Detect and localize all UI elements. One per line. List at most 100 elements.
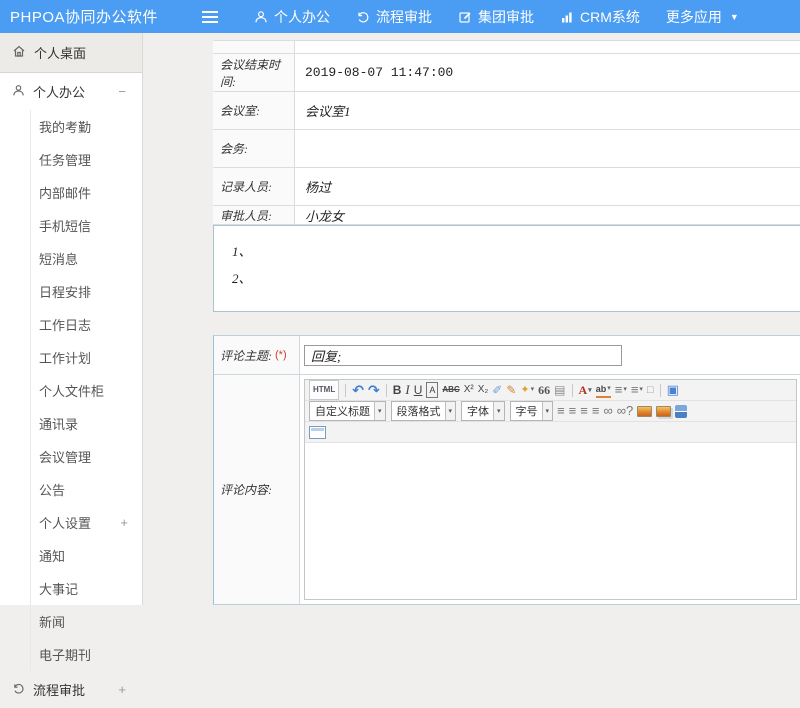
- sidebar-item[interactable]: 工作日志: [31, 308, 142, 341]
- strikethrough-button[interactable]: ABC: [442, 383, 459, 397]
- comment-content-label: 评论内容:: [214, 375, 300, 604]
- sidebar-item[interactable]: 通知: [31, 539, 142, 572]
- comment-subject-label: 评论主题: (*): [214, 336, 300, 374]
- app-logo: PHPOA协同办公软件: [0, 6, 190, 27]
- sidebar-item-label: 任务管理: [39, 150, 91, 169]
- sidebar-item[interactable]: 日程安排: [31, 275, 142, 308]
- align-left-icon[interactable]: ≡: [557, 404, 565, 418]
- toolbar-separator: [572, 384, 573, 397]
- insert-table-icon[interactable]: [309, 426, 326, 439]
- eraser-icon[interactable]: ✐: [492, 383, 502, 397]
- sidebar-group-workflow-approval[interactable]: 流程审批 +: [0, 671, 142, 708]
- new-page-icon[interactable]: □: [647, 383, 654, 397]
- field-value: 小龙女: [295, 206, 800, 224]
- clipped-table-row: [213, 41, 800, 54]
- toolbar-separator: [345, 384, 346, 397]
- insert-image-icon[interactable]: [637, 406, 652, 417]
- sidebar-item[interactable]: 会议管理: [31, 440, 142, 473]
- sidebar-group-personal-office[interactable]: 个人办公 −: [0, 73, 142, 110]
- sidebar-item-label: 个人设置: [39, 513, 91, 532]
- sidebar-item[interactable]: 公告: [31, 473, 142, 506]
- image-manager-icon[interactable]: [656, 406, 671, 417]
- format-select[interactable]: 字体▾: [461, 401, 505, 421]
- sidebar-item[interactable]: 我的考勤: [31, 110, 142, 143]
- align-justify-icon[interactable]: ≡: [592, 404, 600, 418]
- editor-toolbar-row-2: 自定义标题▾段落格式▾字体▾字号▾ ≡ ≡ ≡ ≡ ∞ ∞?: [305, 401, 796, 422]
- nav-label: 集团审批: [478, 7, 534, 27]
- collapse-icon[interactable]: −: [118, 84, 126, 99]
- italic-button[interactable]: I: [405, 383, 409, 397]
- comment-subject-cell: [300, 336, 800, 374]
- preview-screen-icon[interactable]: ▣: [667, 383, 679, 397]
- nav-workflow-approval[interactable]: 流程审批: [356, 7, 432, 27]
- highlight-button[interactable]: ab▾: [596, 382, 611, 398]
- nav-crm-system[interactable]: CRM系统: [560, 7, 640, 27]
- sidebar-item[interactable]: 个人设置 +: [31, 506, 142, 539]
- columns-icon[interactable]: [675, 405, 687, 418]
- auto-typeset-icon[interactable]: ✦▾: [520, 383, 534, 397]
- redo-icon[interactable]: ↷: [368, 383, 380, 397]
- align-center-icon[interactable]: ≡: [569, 404, 577, 418]
- font-color-button[interactable]: A▾: [579, 383, 592, 397]
- paste-icon[interactable]: ▤: [554, 383, 565, 397]
- underline-button[interactable]: U: [414, 383, 423, 397]
- sidebar-item[interactable]: 内部邮件: [31, 176, 142, 209]
- format-brush-icon[interactable]: ✎: [506, 383, 516, 397]
- expand-icon[interactable]: +: [120, 515, 128, 530]
- sidebar-item[interactable]: 短消息: [31, 242, 142, 275]
- sidebar-item[interactable]: 个人文件柜: [31, 374, 142, 407]
- sidebar-item-label: 会议管理: [39, 447, 91, 466]
- sidebar-item-label: 电子期刊: [39, 645, 91, 664]
- sidebar-item-label: 工作计划: [39, 348, 91, 367]
- expand-icon[interactable]: +: [118, 682, 126, 697]
- format-select[interactable]: 字号▾: [510, 401, 554, 421]
- blockquote-button[interactable]: 66: [538, 383, 550, 397]
- sidebar-item[interactable]: 通讯录: [31, 407, 142, 440]
- sidebar-item-label: 工作日志: [39, 315, 91, 334]
- sidebar-item-label: 个人桌面: [34, 43, 86, 62]
- comment-subject-row: 评论主题: (*): [214, 336, 800, 375]
- nav-personal-office[interactable]: 个人办公: [254, 7, 330, 27]
- editor-content-area[interactable]: [305, 443, 796, 599]
- sidebar-item[interactable]: 新闻: [31, 605, 142, 638]
- unordered-list-button[interactable]: ≡▾: [631, 383, 643, 397]
- topbar: PHPOA协同办公软件 个人办公 流程审批 集团审批 CRM系统 更多应用 ▼: [0, 0, 800, 33]
- nav-more-apps[interactable]: 更多应用 ▼: [666, 7, 739, 27]
- format-select[interactable]: 自定义标题▾: [309, 401, 386, 421]
- undo-icon[interactable]: ↶: [352, 383, 364, 397]
- comment-table: 评论主题: (*) 评论内容: HTML ↶ ↷: [213, 335, 800, 605]
- bar-chart-icon: [560, 10, 574, 24]
- sidebar-item[interactable]: 任务管理: [31, 143, 142, 176]
- comment-subject-input[interactable]: [304, 345, 622, 366]
- subscript-button[interactable]: X₂: [478, 383, 489, 397]
- sidebar-group-label: 流程审批: [33, 680, 85, 699]
- main-content: 会议结束时间: 2019-08-07 11:47:00 会议室: 会议室1 会务…: [143, 33, 800, 605]
- hamburger-menu-icon[interactable]: [202, 16, 218, 18]
- link-icon[interactable]: ∞: [603, 404, 612, 418]
- sidebar-item-desktop[interactable]: 个人桌面: [0, 33, 142, 73]
- table-row: 会议室: 会议室1: [213, 92, 800, 130]
- caret-down-icon: ▾: [531, 383, 535, 397]
- field-label: 会议结束时间:: [213, 54, 295, 91]
- html-source-button[interactable]: HTML: [309, 380, 339, 400]
- ordered-list-button[interactable]: ≡▾: [615, 383, 627, 397]
- field-value: 杨过: [295, 168, 800, 205]
- format-select[interactable]: 段落格式▾: [391, 401, 457, 421]
- align-right-icon[interactable]: ≡: [580, 404, 588, 418]
- bold-button[interactable]: B: [393, 383, 402, 397]
- sidebar-item-label: 新闻: [39, 612, 65, 631]
- sidebar-item[interactable]: 电子期刊: [31, 638, 142, 671]
- sidebar-item[interactable]: 手机短信: [31, 209, 142, 242]
- comment-content-cell: HTML ↶ ↷ B I U A ABC X² X₂ ✐ ✎: [300, 375, 800, 604]
- sidebar-item[interactable]: 工作计划: [31, 341, 142, 374]
- font-border-button[interactable]: A: [426, 382, 438, 398]
- unlink-icon[interactable]: ∞?: [617, 404, 634, 418]
- superscript-button[interactable]: X²: [464, 383, 474, 397]
- sidebar-group-label: 个人办公: [33, 82, 85, 101]
- field-label-cell: [213, 41, 295, 53]
- content-line: 1、: [232, 238, 800, 265]
- meeting-content-textarea[interactable]: 1、 2、: [213, 225, 800, 312]
- sidebar-item[interactable]: 大事记: [31, 572, 142, 605]
- nav-group-approval[interactable]: 集团审批: [458, 7, 534, 27]
- caret-down-icon: ▾: [639, 383, 643, 397]
